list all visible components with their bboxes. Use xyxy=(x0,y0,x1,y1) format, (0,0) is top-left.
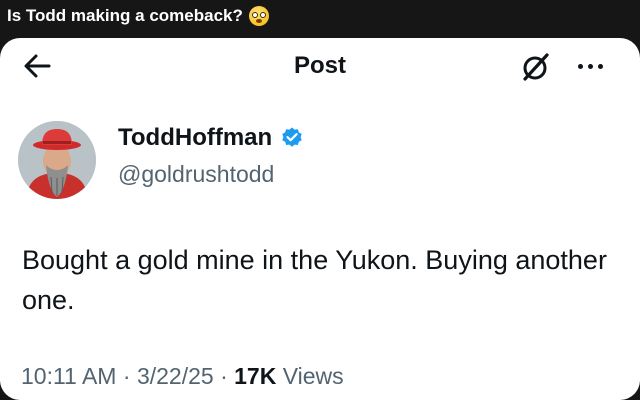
post-metadata: 10:11 AM · 3/22/25 · 17K Views xyxy=(21,363,344,390)
post-caption: Is Todd making a comeback? xyxy=(7,2,269,30)
meta-separator: · xyxy=(122,363,131,389)
tweet-text: Bought a gold mine in the Yukon. Buying … xyxy=(22,245,607,315)
flushed-face-emoji-icon xyxy=(248,6,269,26)
author-handle[interactable]: @goldrushtodd xyxy=(118,161,274,188)
post-header: Post xyxy=(0,38,640,96)
verified-badge-icon xyxy=(280,126,304,150)
caption-text: Is Todd making a comeback? xyxy=(7,6,243,25)
views-count: 17K xyxy=(234,363,277,389)
author-name-row: ToddHoffman xyxy=(118,124,304,152)
grok-icon[interactable] xyxy=(518,51,552,83)
meta-separator: · xyxy=(220,363,228,389)
more-options-icon[interactable] xyxy=(570,52,610,80)
author-display-name[interactable]: ToddHoffman xyxy=(118,124,272,152)
views-label: Views xyxy=(282,363,344,389)
post-time[interactable]: 10:11 AM xyxy=(21,363,116,389)
avatar[interactable] xyxy=(18,121,96,199)
tweet-card: Post ToddHoffman @goldrushtodd Bought a … xyxy=(0,38,640,400)
post-date[interactable]: 3/22/25 xyxy=(137,363,214,389)
